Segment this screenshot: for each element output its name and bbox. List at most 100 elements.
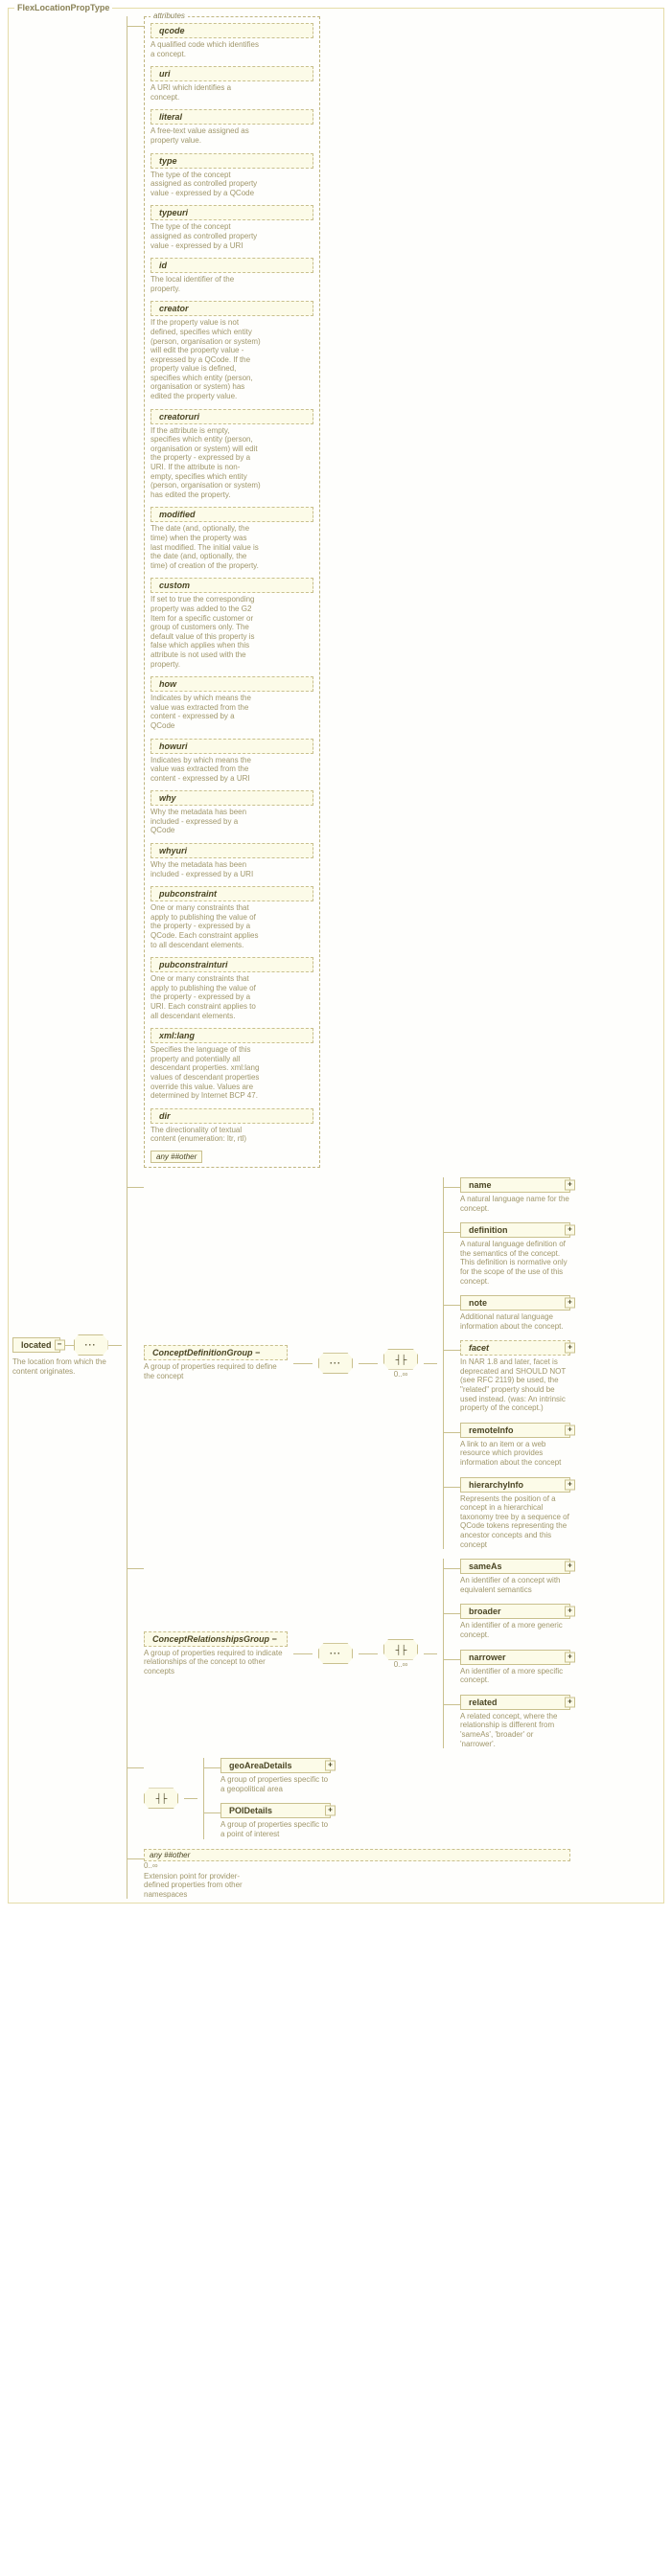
expand-icon: − [272,1634,277,1644]
tree-leaf: note+Additional natural language informa… [460,1295,570,1331]
attribute-desc: If the property value is not defined, sp… [151,318,261,400]
element-desc: A related concept, where the relationshi… [460,1712,570,1748]
attribute-howuri: howuri [151,739,313,754]
attribute-creatoruri: creatoruri [151,409,313,424]
attribute-desc: The type of the concept assigned as cont… [151,222,261,250]
element-desc: A natural language definition of the sem… [460,1240,570,1286]
element-desc: Represents the position of a concept in … [460,1494,570,1550]
attribute-desc: One or many constraints that apply to pu… [151,903,261,949]
tree-leaf: broader+ An identifier of a more generic … [460,1604,570,1639]
element-desc: A group of properties specific to a geop… [220,1775,331,1793]
root-element-label: located [21,1340,52,1350]
attribute-desc: Indicates by which means the value was e… [151,756,261,784]
attribute-desc: The local identifier of the property. [151,275,261,293]
attribute-item: qcodeA qualified code which identifies a… [151,23,313,58]
attribute-item: pubconstrainturiOne or many constraints … [151,957,313,1020]
element-remoteinfo: remoteInfo+ [460,1423,570,1438]
element-name: name+ [460,1177,570,1193]
element-sameas: sameAs+ [460,1559,570,1574]
sequence-icon [318,1353,353,1374]
tree-leaf: POIDetails+ A group of properties specifi… [220,1803,331,1838]
attribute-item: typeuri The type of the concept assigned … [151,205,313,250]
tree-leaf: hierarchyInfo+Represents the position of… [460,1477,570,1550]
attribute-pubconstraint: pubconstraint [151,886,313,901]
attribute-item: pubconstraint One or many constraints tha… [151,886,313,949]
tree-leaf: narrower+An identifier of a more specifi… [460,1650,570,1685]
choice-icon [383,1349,418,1370]
attribute-desc: A URI which identifies a concept. [151,83,261,102]
attribute-xml-lang: xml:lang [151,1028,313,1043]
attribute-item: uriA URI which identifies a concept. [151,66,313,102]
element-hierarchyinfo: hierarchyInfo+ [460,1477,570,1493]
attribute-type: type [151,153,313,169]
root-element-desc: The location from which the content orig… [12,1357,123,1376]
expand-icon: + [565,1697,575,1707]
attribute-item: howIndicates by which means the value wa… [151,676,313,730]
attribute-item: customIf set to true the corresponding p… [151,578,313,669]
element-facet: facet+ [460,1340,570,1356]
attribute-desc: Why the metadata has been included - exp… [151,860,261,878]
group-concept-relationships: ConceptRelationshipsGroup − [144,1631,288,1647]
attribute-desc: The directionality of textual content (e… [151,1126,261,1144]
tree-leaf: definition+A natural language definition… [460,1222,570,1286]
attribute-id: id [151,258,313,273]
attribute-desc: If set to true the corresponding propert… [151,595,261,669]
attribute-desc: Why the metadata has been included - exp… [151,808,261,835]
attribute-item: howuri Indicates by which means the value… [151,739,313,784]
attribute-whyuri: whyuri [151,843,313,858]
group-cdg-label: ConceptDefinitionGroup [152,1348,253,1357]
attribute-item: whyWhy the metadata has been included - … [151,790,313,835]
tree-leaf: remoteInfo+ A link to an item or a web re… [460,1423,570,1468]
any-other-bottom-desc: Extension point for provider-defined pro… [144,1872,254,1900]
extension-any-other: any ##other [144,1849,570,1861]
attribute-desc: Indicates by which means the value was e… [151,694,261,730]
expand-icon: + [565,1179,575,1190]
attributes-container: attributes qcodeA qualified code which i… [144,16,570,1168]
element-desc: An identifier of a more specific concept… [460,1667,570,1685]
element-desc: A link to an item or a web resource whic… [460,1440,570,1468]
element-broader: broader+ [460,1604,570,1619]
attribute-item: creator If the property value is not defi… [151,301,313,400]
attribute-qcode: qcode [151,23,313,38]
expand-icon: − [255,1348,260,1357]
tree-leaf: facet+In NAR 1.8 and later, facet is dep… [460,1340,570,1413]
attribute-dir: dir [151,1108,313,1124]
element-desc: A group of properties specific to a poin… [220,1820,331,1838]
attribute-desc: Specifies the language of this property … [151,1045,261,1101]
attribute-item: id The local identifier of the property. [151,258,313,293]
expand-icon: + [565,1425,575,1435]
mult-label: 0..∞ [394,1370,408,1379]
attribute-literal: literal [151,109,313,125]
attribute-typeuri: typeuri [151,205,313,220]
group-cdg-desc: A group of properties required to define… [144,1362,288,1380]
attribute-item: xml:lang Specifies the language of this p… [151,1028,313,1101]
element-poidetails: POIDetails+ [220,1803,331,1818]
expand-icon: + [325,1806,336,1816]
sequence-icon [318,1643,353,1664]
element-desc: A natural language name for the concept. [460,1195,570,1213]
tree-leaf: geoAreaDetails+A group of properties spe… [220,1758,331,1793]
attribute-desc: One or many constraints that apply to pu… [151,974,261,1020]
expand-icon: + [565,1652,575,1662]
expand-icon: + [565,1562,575,1572]
type-name-label: FlexLocationPropType [14,3,112,12]
attr-any-other: any ##other [151,1151,202,1163]
group-concept-definition: ConceptDefinitionGroup − [144,1345,288,1360]
attribute-desc: The type of the concept assigned as cont… [151,171,261,198]
attribute-item: type The type of the concept assigned as … [151,153,313,198]
mult-label: 0..∞ [144,1861,570,1870]
element-desc: In NAR 1.8 and later, facet is deprecate… [460,1357,570,1413]
expand-icon: + [565,1225,575,1236]
attributes-frame-label: attributes [151,11,188,20]
attribute-desc: If the attribute is empty, specifies whi… [151,426,261,500]
root-element-located: located − [12,1337,60,1353]
element-desc: An identifier of a concept with equivale… [460,1576,570,1594]
tree-leaf: sameAs+ An identifier of a concept with e… [460,1559,570,1594]
element-desc: An identifier of a more generic concept. [460,1621,570,1639]
choice-icon [383,1639,418,1660]
expand-icon: + [565,1607,575,1617]
type-frame: FlexLocationPropType located − The locat… [8,8,664,1904]
attribute-item: creatoruri If the attribute is empty, spe… [151,409,313,500]
element-related: related+ [460,1695,570,1710]
attribute-creator: creator [151,301,313,316]
